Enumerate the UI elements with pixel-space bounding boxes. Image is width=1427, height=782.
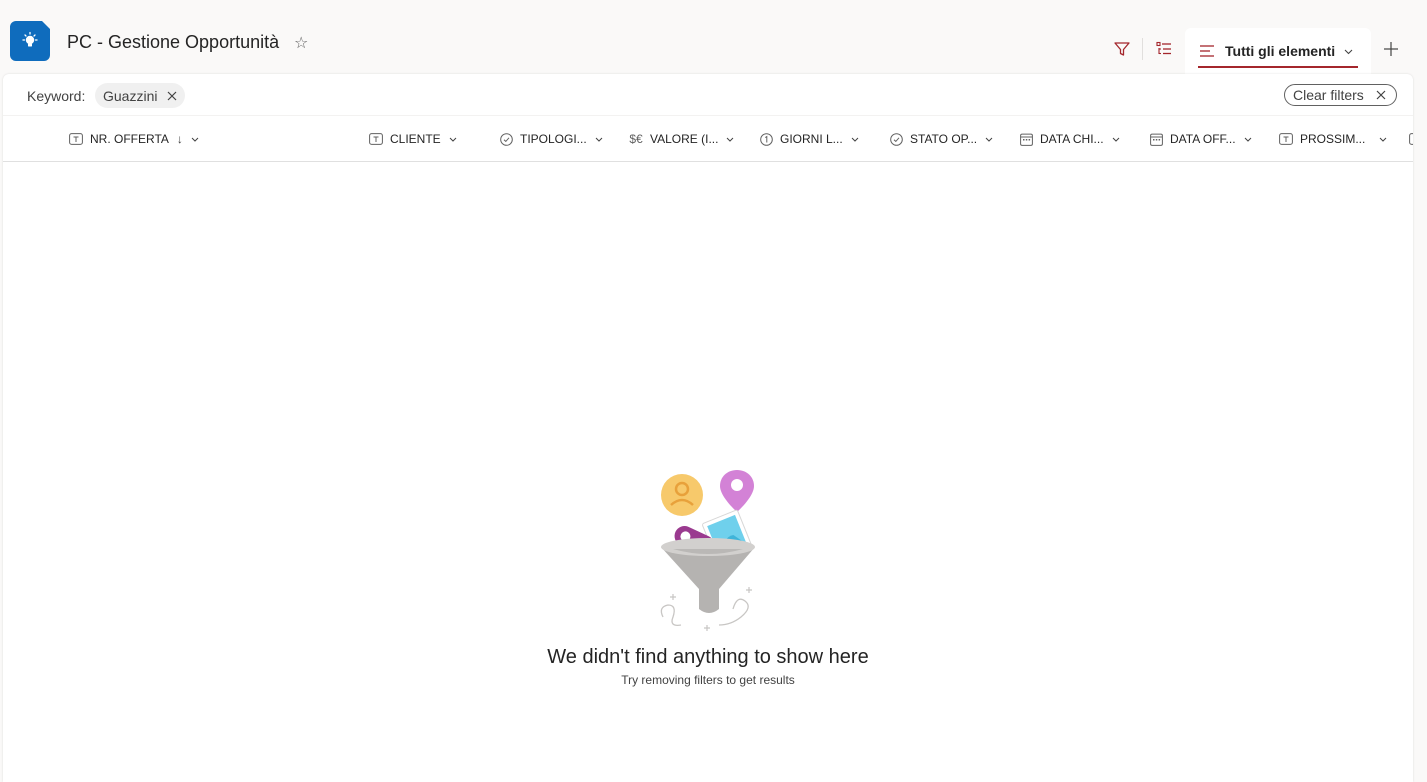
view-selector-tab[interactable]: Tutti gli elementi — [1185, 28, 1371, 74]
active-view-indicator — [1198, 66, 1358, 68]
column-header-overflow[interactable] — [1409, 130, 1413, 148]
chevron-down-icon — [1244, 137, 1252, 142]
column-label: DATA OFF... — [1170, 132, 1236, 146]
chevron-down-icon — [1344, 42, 1353, 60]
column-label: CLIENTE — [390, 132, 441, 146]
keyword-value: Guazzini — [103, 87, 158, 104]
plus-icon — [1384, 42, 1398, 56]
number-field-icon — [759, 132, 773, 146]
column-header-valore[interactable]: $€ VALORE (I... — [629, 130, 734, 148]
chevron-down-icon — [191, 137, 199, 142]
chevron-down-icon — [1112, 137, 1120, 142]
chevron-down-icon — [595, 137, 603, 142]
list-panel: Keyword: Guazzini Clear filters NR. OFFE… — [3, 74, 1413, 782]
sort-descending-arrow-icon: ↓ — [176, 132, 183, 146]
clear-filters-label: Clear filters — [1293, 87, 1364, 103]
chevron-down-icon — [449, 137, 457, 142]
chevron-down-icon — [726, 137, 734, 142]
filter-button[interactable] — [1106, 32, 1138, 66]
choice-field-icon — [499, 132, 513, 146]
empty-filter-funnel-illustration — [660, 470, 755, 631]
lightbulb-app-icon[interactable] — [10, 21, 50, 61]
column-header-prossimo[interactable]: PROSSIM... — [1279, 130, 1387, 148]
column-label: TIPOLOGI... — [520, 132, 587, 146]
lightbulb-icon — [22, 31, 38, 47]
chevron-down-icon — [985, 137, 993, 142]
filter-icon — [1114, 42, 1130, 56]
choice-field-icon — [889, 132, 903, 146]
column-header-stato[interactable]: STATO OP... — [889, 130, 993, 148]
column-header-row: NR. OFFERTA ↓ CLIENTE TIPOLOGI... $€ VAL… — [3, 116, 1413, 162]
empty-state-title: We didn't find anything to show here — [547, 646, 869, 668]
app-header: PC - Gestione Opportunità ☆ Tutti gli el… — [0, 0, 1427, 74]
view-options-button[interactable] — [1148, 32, 1180, 66]
clear-filters-button[interactable]: Clear filters — [1284, 84, 1397, 106]
column-header-tipologia[interactable]: TIPOLOGI... — [499, 130, 603, 148]
column-label: NR. OFFERTA — [90, 132, 169, 146]
empty-state-subtitle: Try removing filters to get results — [621, 673, 795, 687]
view-label: Tutti gli elementi — [1225, 43, 1336, 59]
column-label: DATA CHI... — [1040, 132, 1104, 146]
chevron-down-icon — [1379, 137, 1387, 142]
remove-keyword-close-icon[interactable] — [167, 91, 177, 101]
text-field-icon — [369, 132, 383, 146]
close-icon — [1376, 90, 1386, 100]
header-divider — [1142, 38, 1143, 60]
text-field-icon — [69, 132, 83, 146]
column-label: PROSSIM... — [1300, 132, 1366, 146]
currency-field-icon: $€ — [629, 132, 643, 146]
list-options-icon — [1156, 41, 1171, 55]
column-header-nr-offerta[interactable]: NR. OFFERTA ↓ — [69, 130, 199, 148]
keyword-filter-chip: Guazzini — [95, 83, 186, 108]
column-header-data-chiusura[interactable]: DATA CHI... — [1019, 130, 1120, 148]
view-lines-icon — [1200, 45, 1214, 57]
column-label: GIORNI L... — [780, 132, 843, 146]
column-label: VALORE (I... — [650, 132, 719, 146]
active-filters-bar: Keyword: Guazzini Clear filters — [3, 74, 1413, 116]
favorite-star-icon[interactable]: ☆ — [294, 33, 308, 53]
column-header-data-offerta[interactable]: DATA OFF... — [1149, 130, 1252, 148]
list-title: PC - Gestione Opportunità — [67, 32, 280, 52]
column-header-giorni[interactable]: GIORNI L... — [759, 130, 859, 148]
column-label: STATO OP... — [910, 132, 978, 146]
text-field-icon — [1409, 132, 1413, 146]
chevron-down-icon — [851, 137, 859, 142]
calendar-field-icon — [1149, 132, 1163, 146]
text-field-icon — [1279, 132, 1293, 146]
add-view-button[interactable] — [1375, 32, 1407, 66]
column-header-cliente[interactable]: CLIENTE — [369, 130, 457, 148]
keyword-label: Keyword: — [27, 88, 86, 104]
calendar-field-icon — [1019, 132, 1033, 146]
